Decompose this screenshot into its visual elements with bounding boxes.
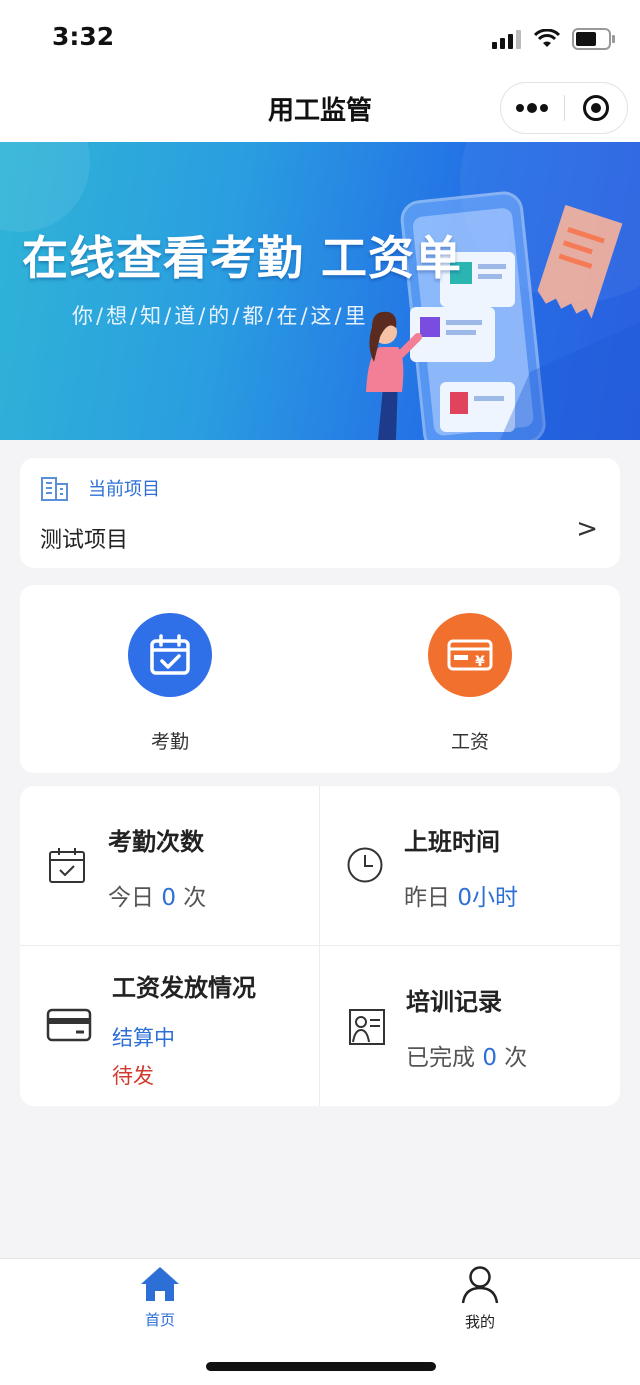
current-project-card[interactable]: 当前项目 测试项目 > [20, 458, 620, 568]
calendar-check-outline-icon [49, 848, 85, 883]
training-records-value: 0 [482, 1045, 497, 1071]
project-name: 测试项目 [40, 528, 129, 553]
training-records-suffix: 次 [504, 1045, 528, 1071]
salary-action[interactable]: ¥ 工资 [370, 613, 570, 763]
stats-grid: 考勤次数 今日 0 次 上班时间 昨日 0小时 工资发放情况 结算中 待发 培训… [20, 786, 620, 1106]
attendance-count-value: 0 [161, 885, 176, 911]
battery-icon [572, 28, 615, 50]
salary-status-settling: 结算中 [112, 1026, 175, 1050]
quick-actions-card: 考勤 ¥ 工资 [20, 585, 620, 773]
training-certificate-icon [349, 1009, 385, 1045]
clock-icon [347, 847, 383, 883]
attendance-action[interactable]: 考勤 [70, 613, 270, 763]
tab-mine[interactable]: 我的 [420, 1265, 540, 1332]
target-close-icon [582, 95, 609, 121]
salary-icon-circle: ¥ [428, 613, 512, 697]
tab-mine-label: 我的 [464, 1313, 495, 1331]
status-bar: 3:32 [0, 0, 640, 76]
signal-icon [492, 30, 521, 49]
banner-subtitle: 你/想/知/道/的/都/在/这/里 [72, 304, 369, 328]
bank-card-icon [46, 1008, 92, 1042]
attendance-icon-circle [128, 613, 212, 697]
more-dots-icon [516, 103, 549, 113]
svg-text:¥: ¥ [475, 654, 485, 670]
salary-status-pending: 待发 [112, 1064, 154, 1088]
work-time-value: 0小时 [457, 885, 518, 911]
attendance-label: 考勤 [150, 731, 189, 753]
home-icon [141, 1267, 179, 1301]
promo-banner[interactable]: 在线查看考勤 工资单 你/想/知/道/的/都/在/这/里 [0, 142, 640, 440]
banner-illustration [0, 142, 640, 440]
chevron-right-icon: > [576, 514, 598, 544]
attendance-count-line: 今日 0 次 [108, 878, 206, 912]
project-label-row: 当前项目 [40, 474, 160, 502]
home-indicator [206, 1362, 436, 1371]
project-label: 当前项目 [88, 479, 160, 500]
training-records-cell[interactable]: 培训记录 已完成 0 次 [320, 946, 619, 1105]
training-records-prefix: 已完成 [406, 1045, 475, 1071]
building-icon [41, 477, 68, 501]
training-records-line: 已完成 0 次 [406, 1038, 527, 1072]
salary-status-cell[interactable]: 工资发放情况 结算中 待发 [20, 946, 319, 1105]
more-button[interactable] [501, 83, 564, 133]
wifi-icon [534, 29, 560, 47]
close-button[interactable] [564, 83, 627, 133]
tab-home-label: 首页 [144, 1311, 175, 1329]
work-time-prefix: 昨日 [404, 885, 450, 911]
banner-title: 在线查看考勤 工资单 [22, 231, 463, 285]
mini-program-capsule [500, 82, 628, 134]
attendance-count-prefix: 今日 [108, 885, 154, 911]
user-icon [461, 1266, 499, 1304]
attendance-count-suffix: 次 [183, 885, 207, 911]
work-time-title: 上班时间 [404, 828, 500, 856]
salary-label: 工资 [450, 731, 489, 753]
attendance-count-title: 考勤次数 [108, 828, 204, 856]
status-icons [492, 28, 616, 50]
salary-status-title: 工资发放情况 [112, 974, 256, 1002]
calendar-check-icon [150, 634, 190, 675]
work-time-cell[interactable]: 上班时间 昨日 0小时 [320, 786, 619, 945]
salary-card-icon: ¥ [447, 639, 493, 671]
nav-bar: 用工监管 [0, 76, 640, 142]
work-time-line: 昨日 0小时 [404, 878, 518, 912]
status-time: 3:32 [52, 22, 115, 51]
attendance-count-cell[interactable]: 考勤次数 今日 0 次 [20, 786, 319, 945]
tab-home[interactable]: 首页 [100, 1265, 220, 1330]
training-records-title: 培训记录 [406, 988, 502, 1016]
